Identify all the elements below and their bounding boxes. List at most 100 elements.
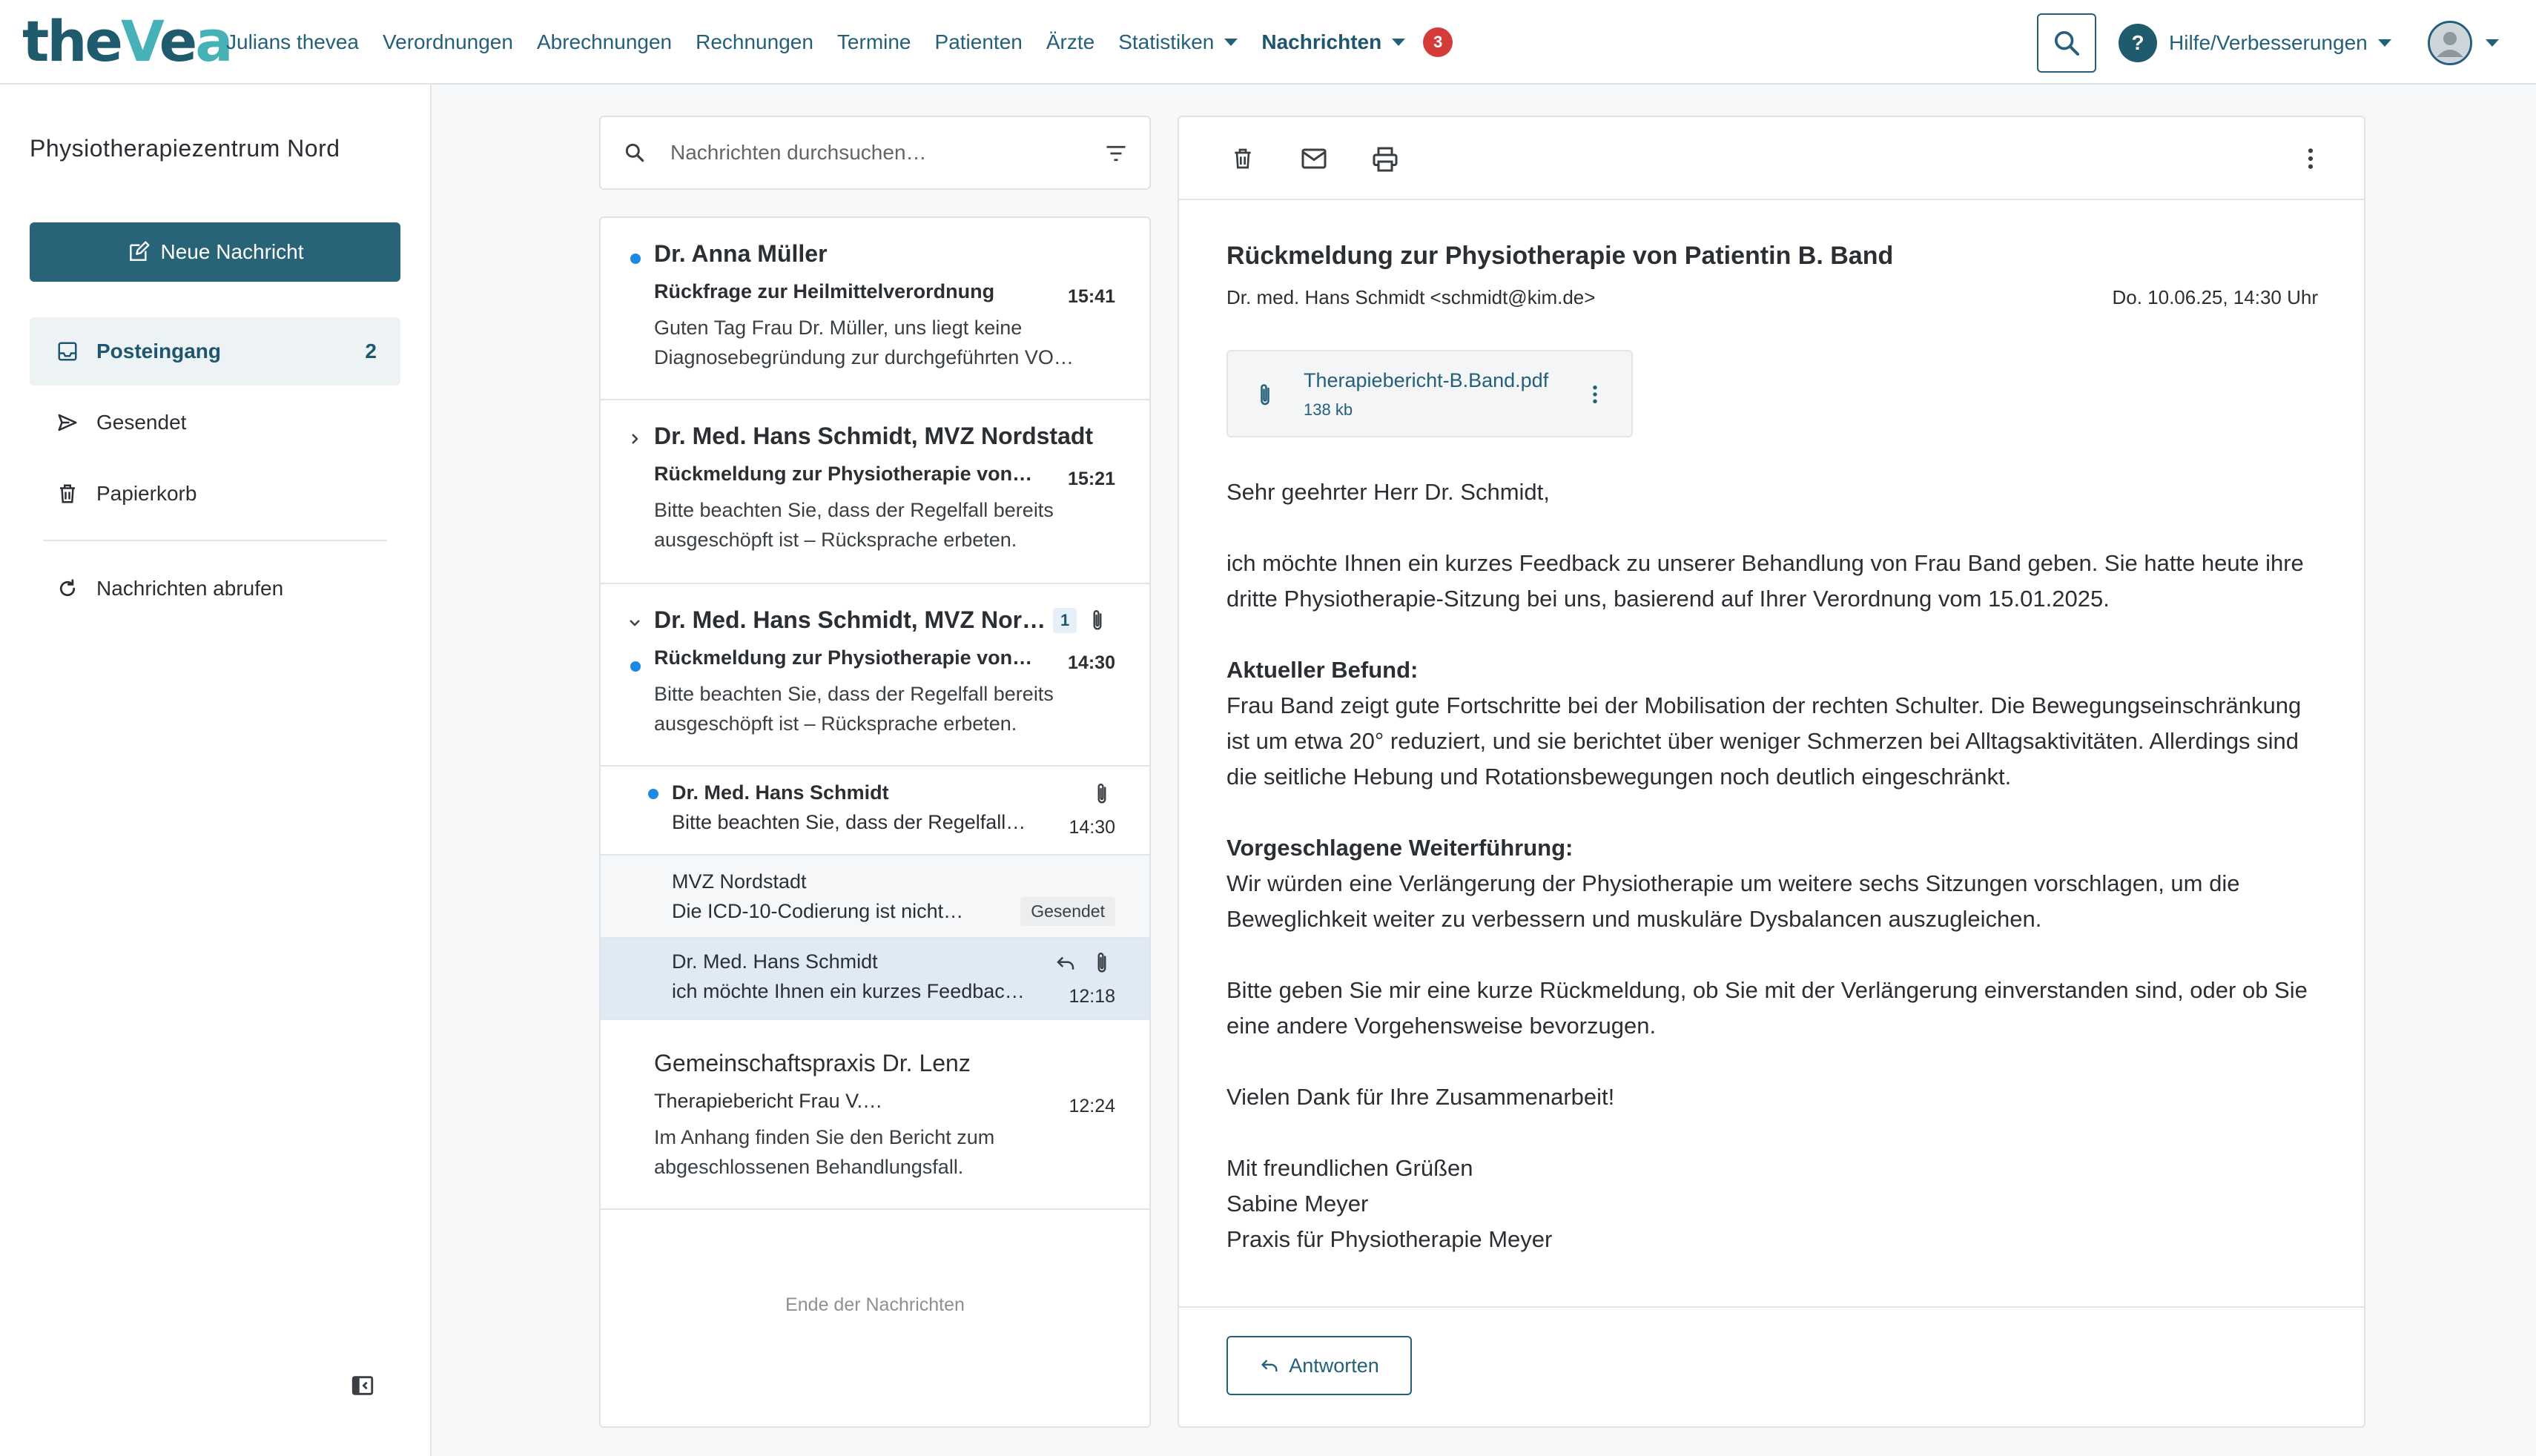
sidebar-item-trash[interactable]: Papierkorb bbox=[30, 460, 400, 528]
message-time: 15:21 bbox=[1068, 469, 1115, 489]
print-button[interactable] bbox=[1372, 147, 1399, 172]
message-search-input[interactable] bbox=[669, 140, 1084, 165]
body-greeting: Sehr geehrter Herr Dr. Schmidt, bbox=[1226, 479, 1550, 505]
body-heading: Vorgeschlagene Weiterführung: bbox=[1226, 835, 1574, 861]
body-section-befund: Aktueller Befund: Frau Band zeigt gute F… bbox=[1226, 652, 2309, 795]
main-nav: Julians thevea Verordnungen Abrechnungen… bbox=[226, 0, 1453, 85]
filter-icon[interactable] bbox=[1105, 144, 1127, 163]
thread-preview: Bitte beachten Sie, dass der Regelfall… bbox=[672, 811, 1026, 833]
nav-julians-thevea[interactable]: Julians thevea bbox=[226, 30, 359, 54]
message-reader: Rückmeldung zur Physiotherapie von Patie… bbox=[1178, 116, 2365, 1428]
list-item[interactable]: Dr. Med. Hans Schmidt, MVZ Nor… 1 Rückme… bbox=[601, 584, 1149, 767]
more-vertical-icon bbox=[2308, 148, 2314, 169]
unread-dot bbox=[630, 254, 641, 264]
paperclip-icon bbox=[1261, 384, 1269, 406]
nav-nachrichten[interactable]: Nachrichten bbox=[1261, 30, 1406, 54]
paperclip-icon bbox=[1097, 953, 1106, 973]
trash-icon bbox=[56, 483, 82, 505]
new-message-label: Neue Nachricht bbox=[160, 240, 304, 263]
thread-item[interactable]: MVZ Nordstadt Die ICD-10-Codierung ist n… bbox=[601, 856, 1149, 939]
list-item[interactable]: Gemeinschaftspraxis Dr. Lenz Therapieber… bbox=[601, 1020, 1149, 1210]
thread-sender: Dr. Med. Hans Schmidt bbox=[672, 950, 878, 973]
thread-item-selected[interactable]: Dr. Med. Hans Schmidt ich möchte Ihnen e… bbox=[601, 939, 1149, 1020]
nachrichten-unread-badge: 3 bbox=[1423, 27, 1453, 57]
reply-label: Antworten bbox=[1289, 1354, 1379, 1377]
delete-button[interactable] bbox=[1231, 147, 1255, 171]
thread-item[interactable]: Dr. Med. Hans Schmidt Bitte beachten Sie… bbox=[601, 767, 1149, 856]
attachment-card[interactable]: Therapiebericht-B.Band.pdf 138 kb bbox=[1226, 350, 1633, 437]
chevron-down-icon bbox=[2377, 39, 2391, 47]
more-options-button[interactable] bbox=[2306, 147, 2315, 171]
chevron-right-icon[interactable] bbox=[627, 431, 642, 446]
global-search-button[interactable] bbox=[2037, 13, 2096, 73]
search-icon bbox=[625, 143, 644, 162]
nav-patienten[interactable]: Patienten bbox=[935, 30, 1023, 54]
list-item[interactable]: Dr. Anna Müller Rückfrage zur Heilmittel… bbox=[601, 218, 1149, 400]
top-bar: theVea Julians thevea Verordnungen Abrec… bbox=[0, 0, 2536, 85]
thread-preview: ich möchte Ihnen ein kurzes Feedbac… bbox=[672, 980, 1025, 1002]
help-menu[interactable]: ? Hilfe/Verbesserungen bbox=[2119, 22, 2391, 64]
sidebar-item-label: Papierkorb bbox=[96, 482, 197, 505]
nav-aerzte[interactable]: Ärzte bbox=[1046, 30, 1094, 54]
chevron-down-icon[interactable] bbox=[627, 615, 642, 630]
paperclip-icon bbox=[1093, 610, 1102, 630]
message-sender: Dr. Med. Hans Schmidt, MVZ Nordstadt bbox=[654, 423, 1094, 449]
inbox-count: 2 bbox=[365, 340, 377, 363]
list-item[interactable]: Dr. Med. Hans Schmidt, MVZ Nordstadt Rüc… bbox=[601, 400, 1149, 584]
message-preview: Guten Tag Frau Dr. Müller, uns liegt kei… bbox=[654, 317, 1074, 368]
nav-termine[interactable]: Termine bbox=[837, 30, 911, 54]
body-signature: Mit freundlichen Grüßen Sabine Meyer Pra… bbox=[1226, 1151, 2309, 1257]
nav-abrechnungen[interactable]: Abrechnungen bbox=[537, 30, 672, 54]
inbox-icon bbox=[56, 340, 82, 363]
reply-button[interactable]: Antworten bbox=[1226, 1336, 1412, 1395]
sidebar-item-sent[interactable]: Gesendet bbox=[30, 388, 400, 457]
sidebar-item-inbox[interactable]: Posteingang 2 bbox=[30, 317, 400, 385]
help-icon: ? bbox=[2119, 24, 2157, 62]
nav-rechnungen[interactable]: Rechnungen bbox=[696, 30, 813, 54]
message-preview: Im Anhang finden Sie den Bericht zum abg… bbox=[654, 1126, 995, 1178]
refresh-icon bbox=[56, 578, 82, 600]
message-subject: Rückmeldung zur Physiotherapie von… bbox=[654, 463, 1033, 485]
body-section-weiterfuehrung: Vorgeschlagene Weiterführung: Wir würden… bbox=[1226, 830, 2309, 937]
new-message-button[interactable]: Neue Nachricht bbox=[30, 222, 400, 282]
body-paragraph: Frau Band zeigt gute Fortschritte bei de… bbox=[1226, 692, 2302, 790]
body-paragraph: Wir würden eine Verlängerung der Physiot… bbox=[1226, 870, 2240, 932]
message-time: 12:24 bbox=[1069, 1096, 1115, 1116]
logo-v: V bbox=[120, 8, 162, 74]
nav-statistiken[interactable]: Statistiken bbox=[1118, 30, 1238, 54]
unread-dot bbox=[630, 661, 641, 672]
signature-practice: Praxis für Physiotherapie Meyer bbox=[1226, 1226, 1553, 1252]
reader-toolbar bbox=[1179, 117, 2364, 200]
print-icon bbox=[1373, 147, 1398, 172]
thread-time: 12:18 bbox=[1069, 986, 1115, 1007]
nav-verordnungen[interactable]: Verordnungen bbox=[383, 30, 513, 54]
thevea-logo[interactable]: theVea bbox=[22, 8, 234, 74]
attachment-name: Therapiebericht-B.Band.pdf bbox=[1304, 369, 1549, 391]
user-icon bbox=[2430, 23, 2470, 63]
message-subject: Therapiebericht Frau V.… bbox=[654, 1090, 883, 1112]
sidebar-divider bbox=[43, 540, 387, 541]
sidebar-item-label: Nachrichten abrufen bbox=[96, 577, 284, 600]
body-paragraph: Bitte geben Sie mir eine kurze Rückmeldu… bbox=[1226, 977, 2308, 1039]
end-of-messages: Ende der Nachrichten bbox=[785, 1294, 965, 1315]
organization-name: Physiotherapiezentrum Nord bbox=[30, 135, 340, 162]
reply-icon bbox=[1261, 1360, 1278, 1372]
attachment-size: 138 kb bbox=[1304, 400, 1353, 419]
collapse-sidebar-icon[interactable] bbox=[350, 1373, 375, 1398]
user-menu[interactable] bbox=[2428, 19, 2499, 67]
help-label: Hilfe/Verbesserungen bbox=[2169, 31, 2368, 54]
sidebar-item-label: Posteingang bbox=[96, 340, 222, 363]
search-icon bbox=[2055, 31, 2079, 56]
message-sender: Dr. Anna Müller bbox=[654, 240, 828, 267]
message-sender: Gemeinschaftspraxis Dr. Lenz bbox=[654, 1050, 971, 1076]
fetch-messages-button[interactable]: Nachrichten abrufen bbox=[30, 555, 400, 623]
mark-unread-button[interactable] bbox=[1301, 147, 1327, 171]
thread-time: 14:30 bbox=[1069, 817, 1115, 838]
send-icon bbox=[56, 411, 82, 434]
avatar bbox=[2428, 21, 2472, 65]
body-paragraph: ich möchte Ihnen ein kurzes Feedback zu … bbox=[1226, 550, 2304, 612]
attachment-more-button[interactable] bbox=[1591, 384, 1599, 405]
message-body: Sehr geehrter Herr Dr. Schmidt, ich möch… bbox=[1226, 474, 2309, 1293]
message-sender: Dr. Med. Hans Schmidt, MVZ Nor… bbox=[654, 606, 1046, 633]
message-preview: Bitte beachten Sie, dass der Regelfall b… bbox=[654, 499, 1054, 551]
